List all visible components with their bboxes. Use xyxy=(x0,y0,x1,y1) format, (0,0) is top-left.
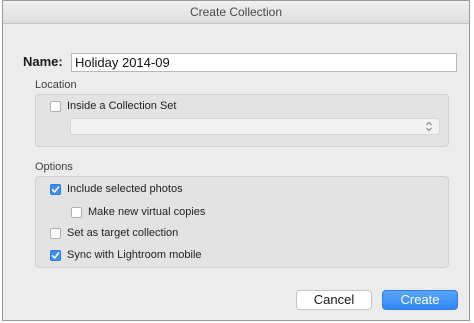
include-selected-photos-label: Include selected photos xyxy=(67,183,183,195)
checkmark-icon xyxy=(51,251,60,259)
sync-lightroom-mobile-row[interactable]: Sync with Lightroom mobile xyxy=(50,248,202,262)
set-target-collection-label: Set as target collection xyxy=(67,227,179,239)
inside-collection-set-checkbox[interactable] xyxy=(50,100,61,112)
cancel-button[interactable]: Cancel xyxy=(296,290,372,310)
include-selected-photos-row[interactable]: Include selected photos xyxy=(50,182,183,196)
checkmark-icon xyxy=(51,185,60,193)
make-virtual-copies-label: Make new virtual copies xyxy=(88,206,206,218)
name-label: Name: xyxy=(23,54,63,69)
location-heading: Location xyxy=(35,79,77,91)
name-row: Name: xyxy=(23,53,459,72)
make-virtual-copies-checkbox[interactable] xyxy=(71,206,82,218)
set-target-collection-checkbox[interactable] xyxy=(50,227,61,239)
create-collection-dialog: Create Collection Name: Location Inside … xyxy=(2,0,470,321)
up-down-chevron-icon xyxy=(426,121,432,132)
make-virtual-copies-row[interactable]: Make new virtual copies xyxy=(71,205,205,219)
include-selected-photos-checkbox[interactable] xyxy=(50,183,61,195)
sync-lightroom-mobile-checkbox[interactable] xyxy=(50,249,61,261)
inside-collection-set-row[interactable]: Inside a Collection Set xyxy=(50,99,176,113)
create-button[interactable]: Create xyxy=(382,290,458,310)
inside-collection-set-label: Inside a Collection Set xyxy=(67,100,177,112)
collection-set-select[interactable] xyxy=(70,118,440,135)
set-target-collection-row[interactable]: Set as target collection xyxy=(50,226,178,240)
options-heading: Options xyxy=(35,161,73,173)
name-input[interactable] xyxy=(71,53,457,72)
dialog-title: Create Collection xyxy=(3,1,469,24)
sync-lightroom-mobile-label: Sync with Lightroom mobile xyxy=(67,249,202,261)
